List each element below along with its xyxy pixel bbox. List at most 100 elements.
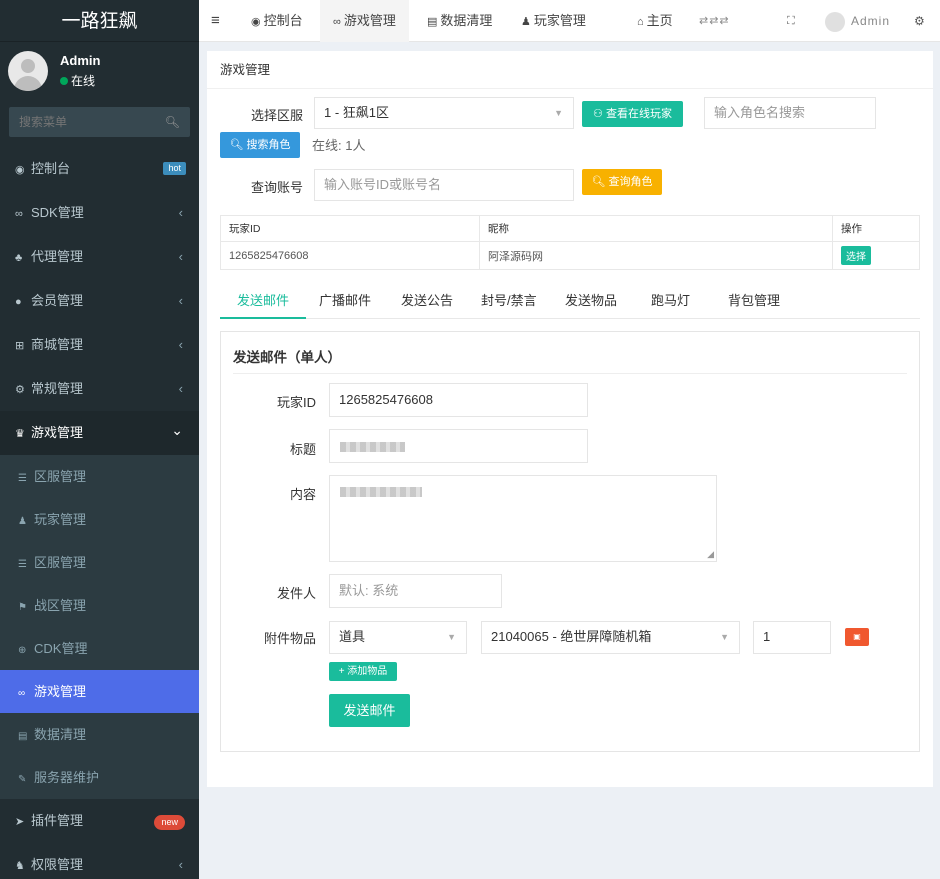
sidebar-item-game[interactable]: ♛ 游戏管理 ⌄	[0, 411, 199, 455]
home-link[interactable]: ⌂ 主页	[637, 0, 673, 42]
top-navbar: ≡ ◉ 控制台 ∞ 游戏管理 ▤ 数据清理 ♟ 玩家管理 ⌂ 主页 ⇄⇄⇄ ⛶ Admin…	[199, 0, 940, 42]
blurred-text	[340, 487, 422, 497]
user-menu[interactable]: Admin	[825, 0, 890, 42]
chevron-left-icon: ‹	[178, 381, 183, 396]
column-header: 玩家ID	[220, 215, 480, 242]
hot-badge: hot	[163, 162, 186, 175]
menu-search-input[interactable]	[9, 107, 149, 137]
delete-attachment-button[interactable]: ▣	[845, 628, 869, 646]
group-icon: ♞	[15, 860, 25, 872]
content-textarea[interactable]: ◢	[329, 475, 717, 562]
tab-send-mail[interactable]: 发送邮件	[220, 285, 307, 319]
tab-marquee[interactable]: 跑马灯	[651, 285, 690, 319]
gamepad-icon: ∞	[333, 16, 341, 28]
select-player-button[interactable]: 选择	[841, 246, 871, 265]
role-search-input[interactable]: 输入角色名搜索	[704, 97, 876, 129]
tab-broadcast-mail[interactable]: 广播邮件	[319, 285, 371, 319]
sitemap-icon: ♣	[15, 252, 23, 264]
settings-gear-icon[interactable]: ⚙	[914, 0, 925, 42]
sidebar-item-member[interactable]: ● 会员管理 ‹	[0, 279, 199, 323]
user-status: 在线	[60, 72, 95, 89]
trash-icon: ▣	[853, 632, 861, 641]
sidebar-item-agent[interactable]: ♣ 代理管理 ‹	[0, 235, 199, 279]
view-online-players-button[interactable]: ⚇ 查看在线玩家	[582, 101, 683, 127]
tab-game-manage[interactable]: ∞ 游戏管理	[320, 0, 409, 42]
user-name: Admin	[60, 53, 101, 68]
sidebar-subitem-cleanup[interactable]: ▤ 数据清理	[0, 713, 199, 756]
sender-label: 发件人	[276, 586, 316, 601]
menu-toggle-icon[interactable]: ≡	[211, 0, 220, 42]
attachment-quantity-input[interactable]: 1	[753, 621, 831, 654]
player-id-input[interactable]: 1265825476608	[329, 383, 588, 417]
app-logo[interactable]: 一路狂飙	[0, 0, 199, 42]
tab-send-items[interactable]: 发送物品	[565, 285, 617, 319]
cogs-icon: ⚙	[15, 384, 25, 396]
tab-ban-mute[interactable]: 封号/禁言	[481, 285, 537, 319]
subject-input[interactable]	[329, 429, 588, 463]
search-role-button[interactable]: 🔍︎ 搜索角色	[220, 132, 300, 158]
flag-icon: ⚑	[18, 602, 27, 613]
tab-announcement[interactable]: 发送公告	[401, 285, 453, 319]
attachment-item-select[interactable]: 21040065 - 绝世屏障随机箱 ▼	[481, 621, 740, 654]
main-content: 游戏管理 选择区服 1 - 狂飙1区 ▼ ⚇ 查看在线玩家 输入角色名搜索 🔍︎ …	[207, 51, 933, 787]
panel-title: 发送邮件（单人）	[233, 350, 341, 365]
fullscreen-icon[interactable]: ⛶	[787, 0, 795, 42]
function-tabs: 发送邮件 广播邮件 发送公告 封号/禁言 发送物品 跑马灯 背包管理	[220, 285, 920, 319]
blurred-text	[340, 442, 405, 452]
account-input[interactable]: 输入账号ID或账号名	[314, 169, 574, 201]
sidebar-submenu: ☰ 区服管理 ♟ 玩家管理 ☰ 区服管理 ⚑ 战区管理 ⊕ CDK管理 ∞ 游戏管理 ▤ 数据…	[0, 455, 199, 799]
add-item-button[interactable]: + 添加物品	[329, 662, 397, 681]
search-icon: 🔍︎	[229, 139, 247, 151]
sidebar-subitem-zone[interactable]: ☰ 区服管理	[0, 455, 199, 498]
dropdown-arrow-icon: ▼	[554, 108, 563, 118]
sidebar-subitem-cdk[interactable]: ⊕ CDK管理	[0, 627, 199, 670]
player-id-label: 玩家ID	[276, 395, 316, 410]
chevron-left-icon: ‹	[178, 337, 183, 352]
link-icon: ∞	[15, 208, 23, 220]
user-icon: ♟	[18, 516, 27, 527]
new-badge: new	[154, 815, 185, 830]
send-mail-panel: 发送邮件（单人） 玩家ID 1265825476608 标题 内容 ◢ 发件人 …	[220, 331, 920, 752]
zone-select[interactable]: 1 - 狂飙1区 ▼	[314, 97, 574, 129]
online-count: 在线: 1人	[312, 138, 366, 153]
chevron-left-icon: ‹	[178, 249, 183, 264]
resize-handle-icon[interactable]: ◢	[707, 549, 714, 560]
sidebar-item-shop[interactable]: ⊞ 商城管理 ‹	[0, 323, 199, 367]
send-mail-button[interactable]: 发送邮件	[329, 694, 410, 727]
tab-player-manage[interactable]: ♟ 玩家管理	[511, 0, 596, 42]
rocket-icon: ➤	[15, 816, 25, 828]
sender-input[interactable]: 默认: 系统	[329, 574, 502, 608]
sidebar-item-sdk[interactable]: ∞ SDK管理 ‹	[0, 191, 199, 235]
sidebar-item-general[interactable]: ⚙ 常规管理 ‹	[0, 367, 199, 411]
sidebar: 一路狂飙 Admin 在线 🔍︎ ◉控制台hot ∞SDK管理‹ ♣代理管理‹ …	[0, 0, 199, 879]
sidebar-subitem-player[interactable]: ♟ 玩家管理	[0, 498, 199, 541]
user-icon: ♟	[521, 16, 531, 28]
divider	[233, 373, 907, 374]
tab-backpack[interactable]: 背包管理	[728, 285, 780, 319]
account-label: 查询账号	[250, 180, 303, 195]
column-header: 操作	[832, 215, 920, 242]
search-icon: 🔍︎	[591, 176, 609, 188]
sidebar-subitem-zone-2[interactable]: ☰ 区服管理	[0, 541, 199, 584]
sidebar-subitem-warzone[interactable]: ⚑ 战区管理	[0, 584, 199, 627]
gamepad-icon: ∞	[18, 688, 26, 699]
tab-data-cleanup[interactable]: ▤ 数据清理	[417, 0, 502, 42]
table-header-row: 玩家ID 昵称 操作	[220, 215, 920, 242]
sidebar-item-permission[interactable]: ♞ 权限管理 ‹	[0, 843, 199, 879]
sidebar-item-plugins[interactable]: ➤ 插件管理 new	[0, 799, 199, 843]
table-row: 1265825476608 阿泽源码网 选择	[220, 241, 920, 270]
dropdown-arrow-icon: ▼	[447, 632, 456, 642]
attachment-type-select[interactable]: 道具 ▼	[329, 621, 467, 654]
tab-dashboard[interactable]: ◉ 控制台	[241, 0, 313, 42]
search-icon[interactable]: 🔍︎	[165, 115, 180, 129]
dropdown-arrow-icon: ▼	[720, 632, 729, 642]
sidebar-item-dashboard[interactable]: ◉ 控制台 hot	[0, 147, 199, 191]
query-role-button[interactable]: 🔍︎ 查询角色	[582, 169, 662, 195]
sidebar-subitem-game[interactable]: ∞ 游戏管理	[0, 670, 199, 713]
chevron-left-icon: ‹	[178, 293, 183, 308]
user-outline-icon: ⚇	[593, 108, 606, 120]
language-icon[interactable]: ⇄⇄⇄	[699, 0, 730, 42]
sidebar-subitem-server[interactable]: ✎ 服务器维护	[0, 756, 199, 799]
gift-icon: ⊕	[18, 645, 27, 656]
action-cell: 选择	[832, 241, 920, 270]
